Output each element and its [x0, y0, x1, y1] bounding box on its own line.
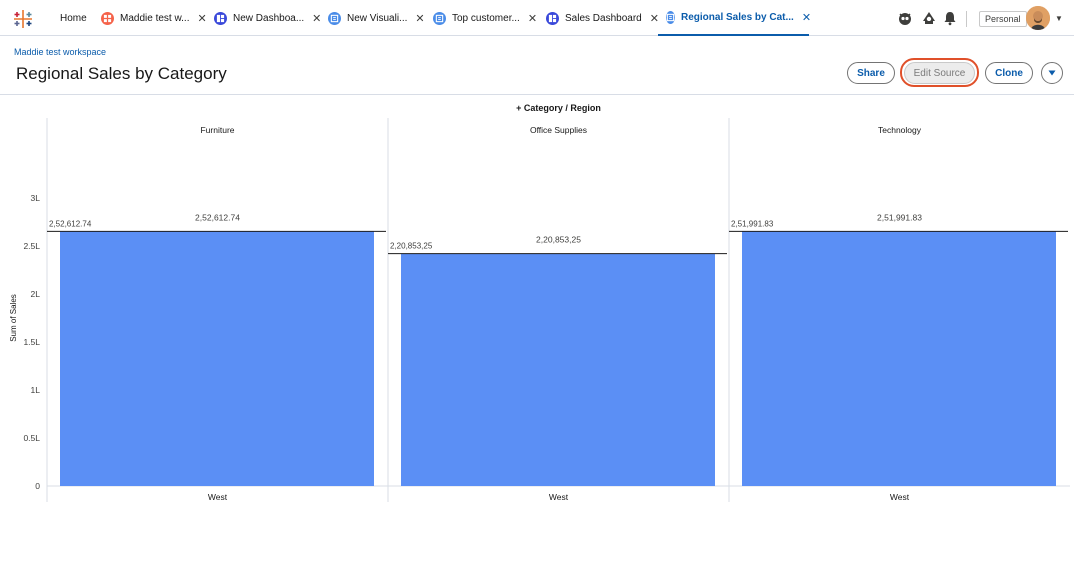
dashboard-icon	[214, 11, 227, 25]
visualization-icon	[666, 10, 675, 24]
bar	[60, 231, 374, 486]
app-launcher-icon[interactable]	[12, 8, 34, 30]
close-icon[interactable]: ✕	[528, 12, 537, 25]
tab-label: Top customer...	[452, 12, 520, 24]
avatar[interactable]	[1026, 6, 1050, 30]
visualization-icon	[328, 11, 341, 25]
tab-label: New Visuali...	[347, 12, 408, 24]
visualization-icon	[433, 11, 446, 25]
y-tick-label: 0.5L	[23, 433, 40, 443]
y-tick-label: 2.5L	[23, 241, 40, 251]
tab-label: New Dashboa...	[233, 12, 305, 24]
tab-label: Home	[60, 12, 87, 24]
data-label: 2,52,612.74	[195, 212, 240, 222]
einstein-icon[interactable]	[897, 10, 913, 26]
tab-label: Maddie test w...	[120, 12, 190, 24]
data-label: 2,51,991.83	[877, 212, 922, 222]
close-icon[interactable]: ✕	[802, 11, 811, 24]
tab-sales-dashboard[interactable]: Sales Dashboard ✕	[546, 0, 659, 36]
reference-line-label: 2,51,991.83	[731, 219, 774, 228]
y-axis-label: Sum of Sales	[9, 294, 18, 342]
edit-source-button[interactable]: Edit Source	[904, 62, 975, 84]
clone-button[interactable]: Clone	[985, 62, 1033, 84]
share-button[interactable]: Share	[847, 62, 895, 84]
close-icon[interactable]: ✕	[312, 12, 321, 25]
y-tick-label: 3L	[31, 193, 41, 203]
reference-line-label: 2,20,853,25	[390, 242, 433, 251]
y-tick-label: 1L	[31, 385, 41, 395]
tab-home[interactable]: Home	[60, 0, 87, 36]
tab-new-visualization[interactable]: New Visuali... ✕	[328, 0, 425, 36]
personal-badge[interactable]: Personal	[979, 11, 1027, 27]
bell-icon[interactable]	[942, 10, 958, 26]
tab-regional-sales[interactable]: Regional Sales by Cat... ✕	[658, 0, 811, 36]
workspace-icon	[101, 11, 114, 25]
tab-top-customers[interactable]: Top customer... ✕	[433, 0, 537, 36]
close-icon[interactable]: ✕	[197, 12, 206, 25]
chevron-down-icon[interactable]: ▼	[1055, 14, 1063, 23]
tab-label: Regional Sales by Cat...	[681, 11, 794, 23]
y-tick-label: 2L	[31, 289, 41, 299]
header-divider	[0, 94, 1074, 95]
tab-label: Sales Dashboard	[565, 12, 642, 24]
category-header: Furniture	[200, 125, 234, 135]
breadcrumb[interactable]: Maddie test workspace	[14, 47, 106, 57]
page-title: Regional Sales by Category	[16, 64, 227, 83]
agentforce-icon[interactable]	[921, 10, 937, 26]
x-tick-label: West	[890, 492, 910, 502]
dashboard-icon	[546, 11, 559, 25]
y-tick-label: 0	[35, 481, 40, 491]
toolbar-divider	[966, 11, 967, 27]
user-avatar-icon	[1026, 6, 1050, 30]
data-label: 2,20,853,25	[536, 235, 581, 245]
tab-maddie-workspace[interactable]: Maddie test w... ✕	[101, 0, 207, 36]
bar	[742, 231, 1056, 486]
tab-bar: Home Maddie test w... ✕ New Dashboa... ✕…	[0, 0, 1074, 36]
tab-new-dashboard[interactable]: New Dashboa... ✕	[214, 0, 321, 36]
y-tick-label: 1.5L	[23, 337, 40, 347]
bar-chart: Sum of Sales 0 0.5L 1L 1.5L 2L 2.5L 3L Furniture…	[9, 118, 1070, 502]
reference-line-label: 2,52,612.74	[49, 219, 92, 228]
bar	[401, 253, 715, 486]
category-header: Technology	[878, 125, 922, 135]
category-header: Office Supplies	[530, 125, 587, 135]
close-icon[interactable]: ✕	[415, 12, 424, 25]
chevron-down-icon	[1048, 70, 1056, 76]
x-tick-label: West	[549, 492, 569, 502]
more-actions-button[interactable]	[1041, 62, 1063, 84]
x-tick-label: West	[208, 492, 228, 502]
